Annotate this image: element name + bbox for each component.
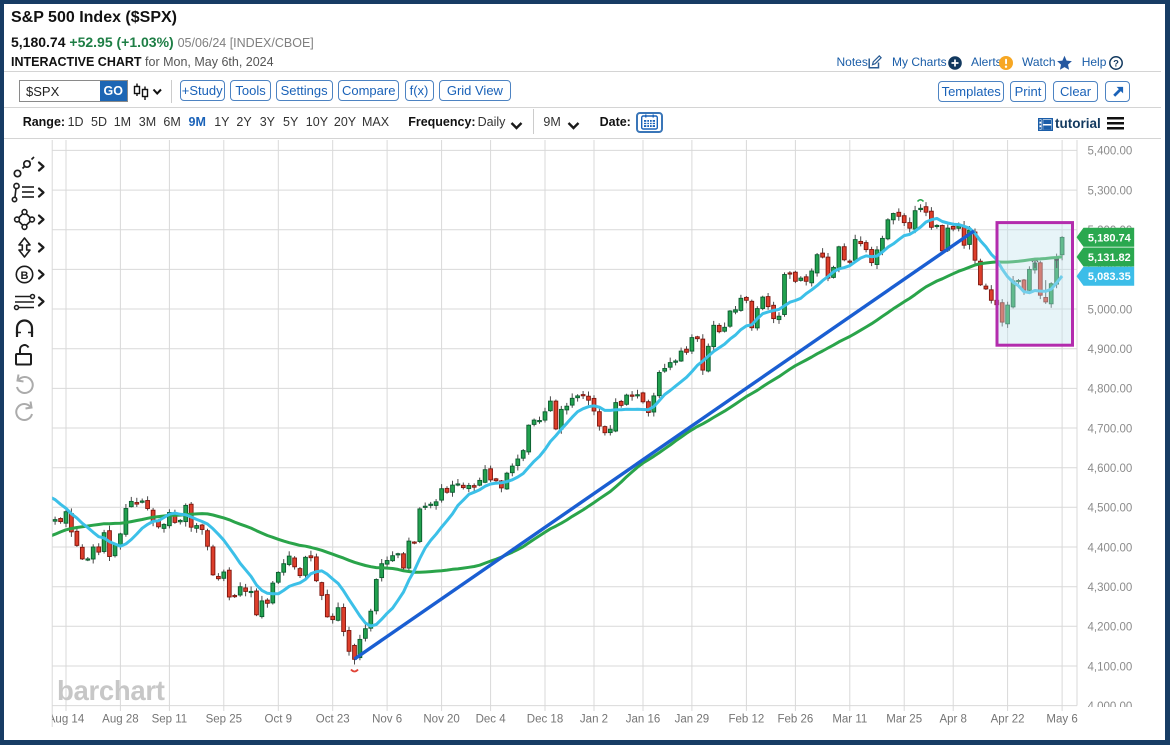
svg-text:B: B [21, 270, 29, 282]
svg-text:4,300.00: 4,300.00 [1088, 582, 1133, 594]
svg-text:5,400.00: 5,400.00 [1088, 146, 1133, 158]
svg-text:Mar 25: Mar 25 [886, 714, 922, 726]
svg-text:Jan 29: Jan 29 [675, 714, 710, 726]
svg-text:4,100.00: 4,100.00 [1088, 661, 1133, 673]
svg-text:4,900.00: 4,900.00 [1088, 344, 1133, 356]
svg-text:Dec 18: Dec 18 [527, 714, 563, 726]
svg-text:Feb 12: Feb 12 [728, 714, 764, 726]
svg-text:Jan 16: Jan 16 [626, 714, 661, 726]
svg-text:4,500.00: 4,500.00 [1088, 503, 1133, 515]
svg-text:5,180.74: 5,180.74 [1088, 232, 1132, 244]
svg-text:4,700.00: 4,700.00 [1088, 423, 1133, 435]
svg-text:Nov 20: Nov 20 [423, 714, 459, 726]
svg-text:4,000.00: 4,000.00 [1088, 701, 1133, 713]
svg-text:Feb 26: Feb 26 [777, 714, 813, 726]
svg-text:4,800.00: 4,800.00 [1088, 384, 1133, 396]
svg-text:4,600.00: 4,600.00 [1088, 463, 1133, 475]
svg-text:Oct 9: Oct 9 [265, 714, 292, 726]
svg-text:Aug 14: Aug 14 [48, 714, 85, 726]
svg-text:Jan 2: Jan 2 [580, 714, 608, 726]
svg-text:Sep 11: Sep 11 [152, 714, 188, 726]
svg-text:Sep 25: Sep 25 [206, 714, 242, 726]
svg-text:Nov 6: Nov 6 [372, 714, 402, 726]
svg-text:5,300.00: 5,300.00 [1088, 185, 1133, 197]
svg-text:4,400.00: 4,400.00 [1088, 542, 1133, 554]
svg-text:barchart: barchart [57, 675, 165, 706]
svg-text:5,131.82: 5,131.82 [1088, 252, 1131, 264]
svg-text:Dec 4: Dec 4 [476, 714, 507, 726]
svg-text:5,000.00: 5,000.00 [1088, 304, 1133, 316]
svg-text:Aug 28: Aug 28 [102, 714, 138, 726]
svg-text:Apr 22: Apr 22 [991, 714, 1025, 726]
svg-text:Mar 11: Mar 11 [832, 714, 867, 726]
svg-text:5,083.35: 5,083.35 [1088, 271, 1131, 283]
svg-text:Oct 23: Oct 23 [316, 714, 350, 726]
svg-text:Apr 8: Apr 8 [939, 714, 967, 726]
svg-text:4,200.00: 4,200.00 [1088, 622, 1133, 634]
svg-text:May 6: May 6 [1046, 714, 1077, 726]
